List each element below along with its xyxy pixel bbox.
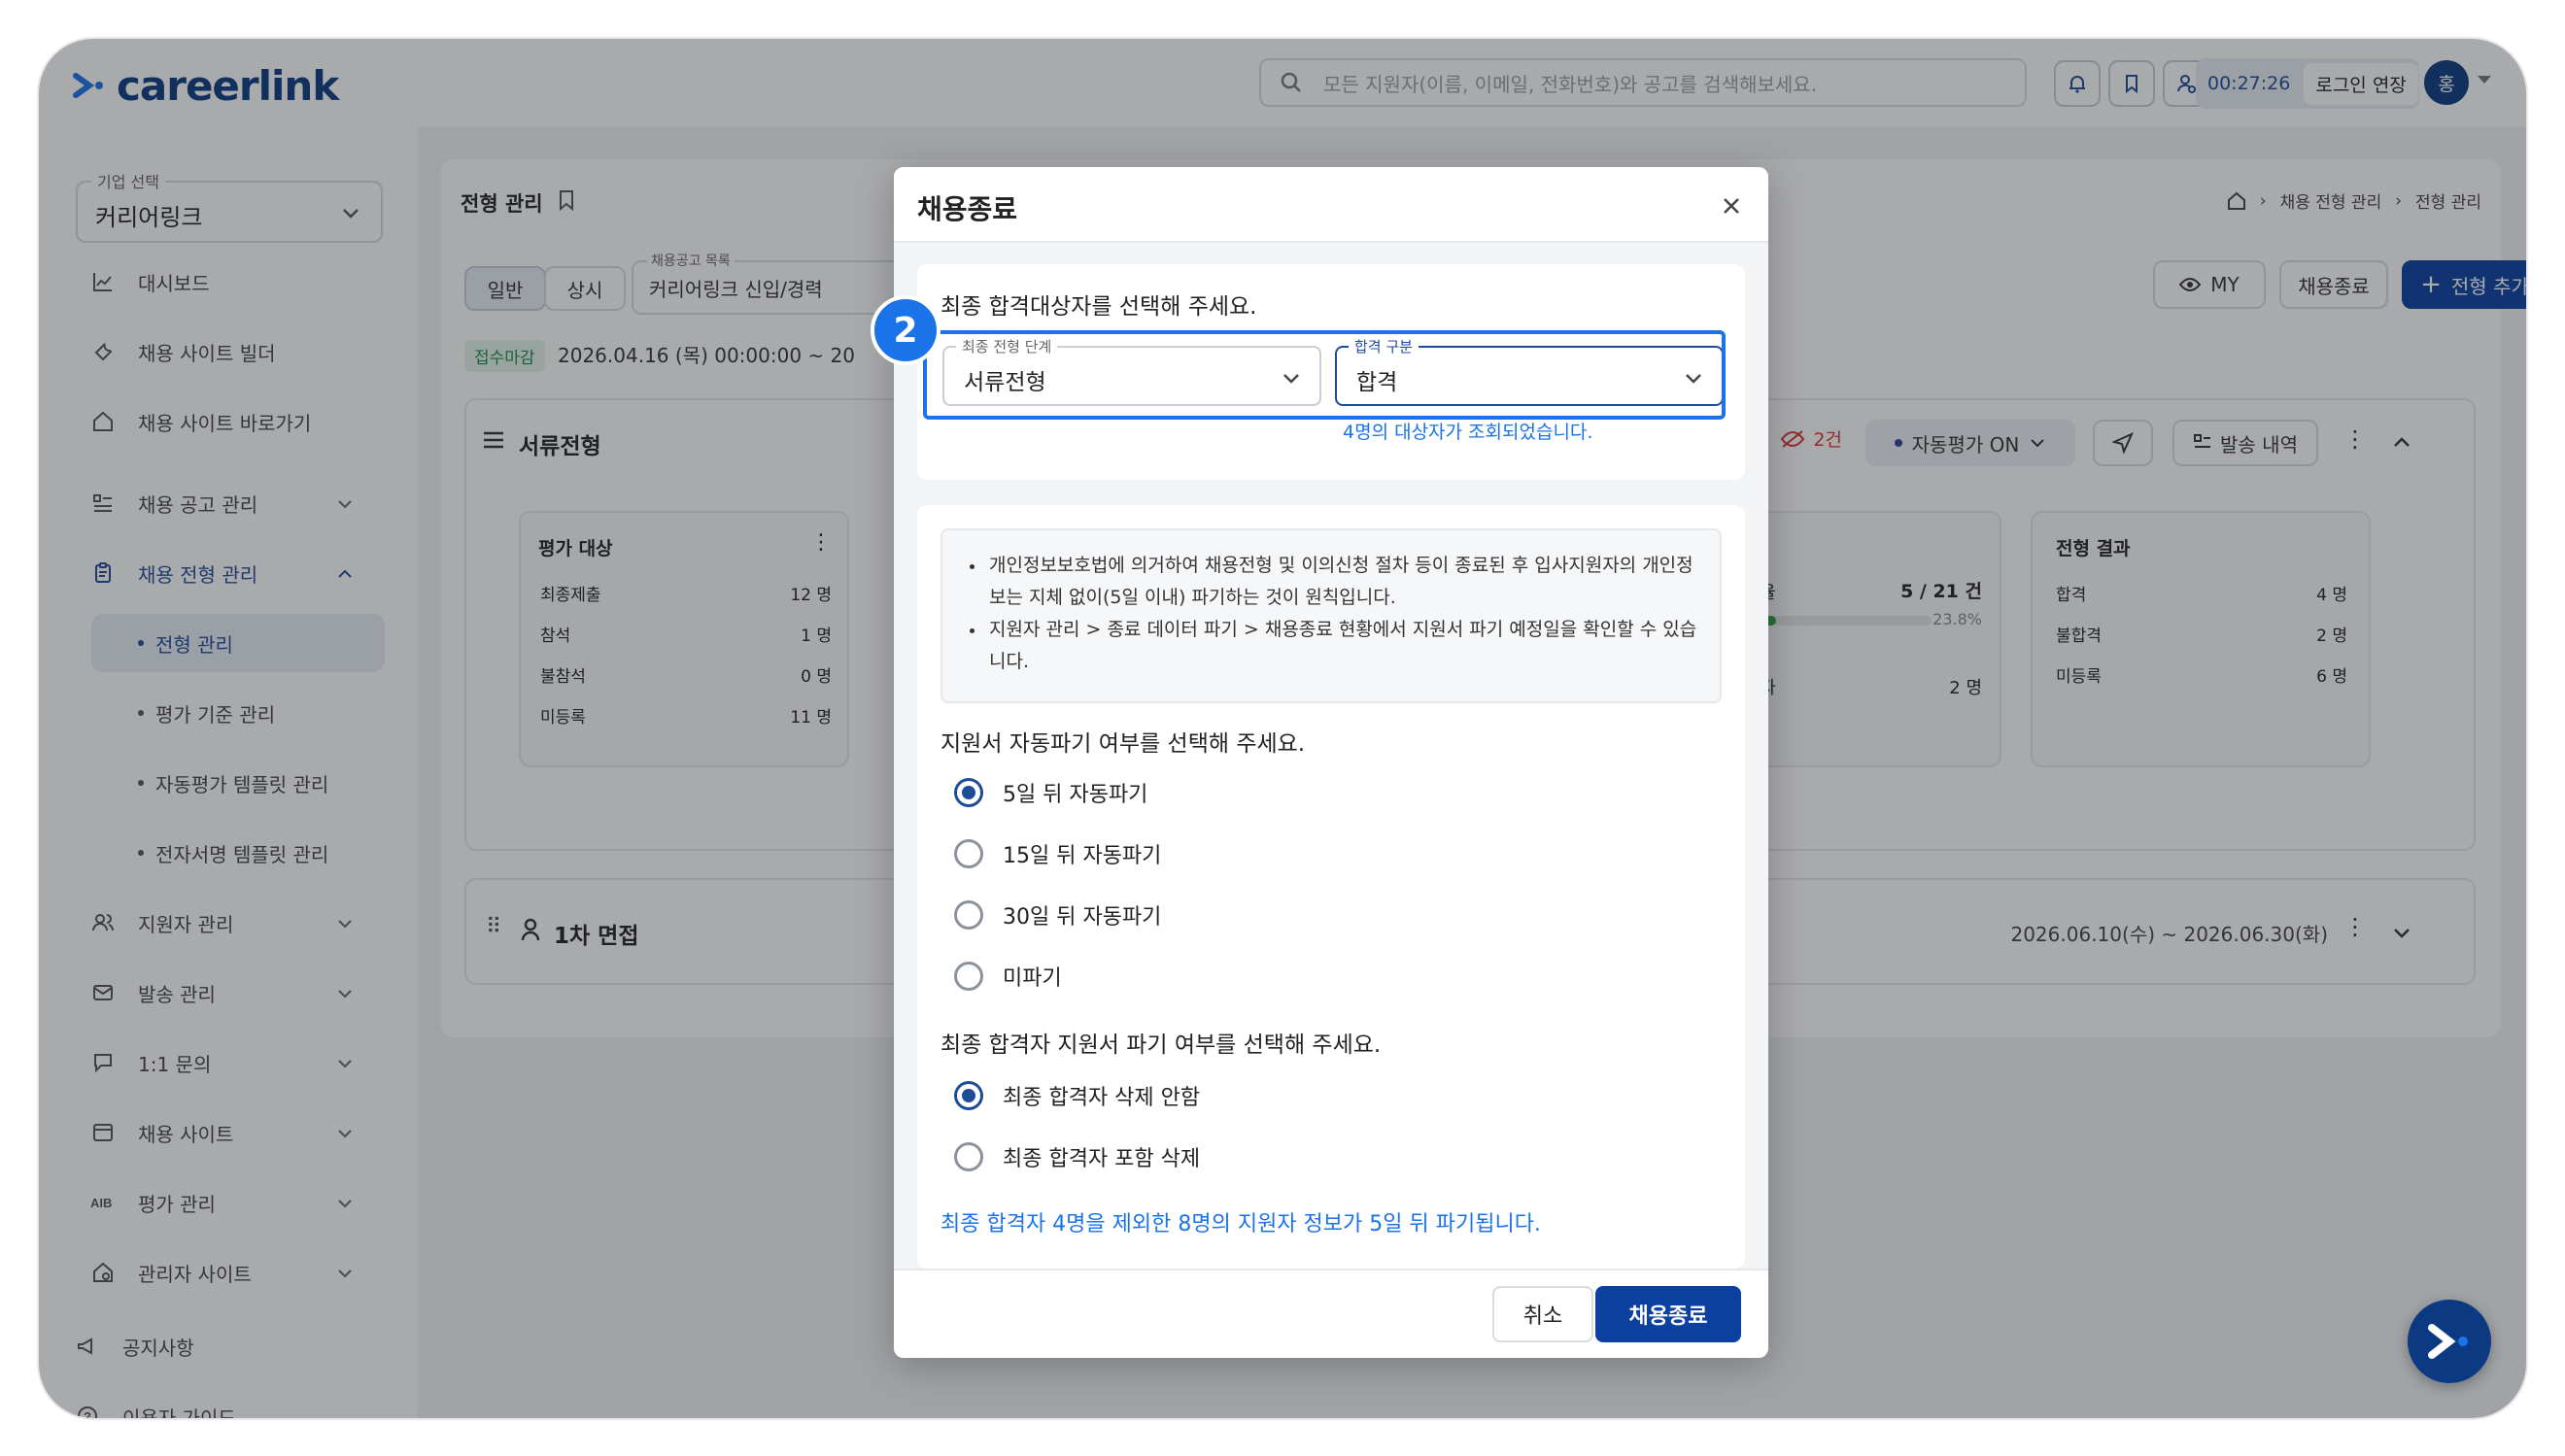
radio-unchecked[interactable] <box>954 839 983 868</box>
radio-label: 미파기 <box>1003 966 1062 991</box>
app: careerlink 모든 지원자(이름, 이메일, 전화번호)와 공고를 검색… <box>39 39 2526 1418</box>
auto-destroy-question: 지원서 자동파기 여부를 선택해 주세요. <box>940 731 1306 757</box>
radio-label: 15일 뒤 자동파기 <box>1003 844 1162 868</box>
notice-item: 지원자 관리 > 종료 데이터 파기 > 채용종료 현황에서 지원서 파기 예정… <box>968 614 1700 678</box>
radio-destroy-5days[interactable]: 5일 뒤 자동파기 <box>954 773 1147 812</box>
radio-label: 5일 뒤 자동파기 <box>1003 783 1148 807</box>
modal-footer: 취소 채용종료 <box>894 1269 1768 1358</box>
destroy-summary: 최종 합격자 4명을 제외한 8명의 지원자 정보가 5일 뒤 파기됩니다. <box>940 1212 1541 1236</box>
modal-title: 채용종료 <box>917 193 1018 225</box>
tutorial-step-badge: 2 <box>871 295 940 365</box>
tutorial-highlight <box>923 330 1726 420</box>
cancel-button[interactable]: 취소 <box>1492 1286 1593 1342</box>
app-window: careerlink 모든 지원자(이름, 이메일, 전화번호)와 공고를 검색… <box>39 39 2526 1418</box>
radio-checked[interactable] <box>954 778 983 807</box>
radio-unchecked[interactable] <box>954 962 983 991</box>
final-target-question: 최종 합격대상자를 선택해 주세요. <box>940 294 1257 320</box>
radio-destroy-15days[interactable]: 15일 뒤 자동파기 <box>954 834 1161 873</box>
confirm-end-recruit-button[interactable]: 채용종료 <box>1595 1286 1741 1342</box>
radio-label: 30일 뒤 자동파기 <box>1003 905 1162 930</box>
radio-keep-final[interactable]: 최종 합격자 삭제 안함 <box>954 1076 1200 1115</box>
radio-label: 최종 합격자 포함 삭제 <box>1003 1147 1201 1171</box>
notice-item: 개인정보보호법에 의거하여 채용전형 및 이의신청 절차 등이 종료된 후 입사… <box>968 550 1700 614</box>
radio-checked[interactable] <box>954 1081 983 1110</box>
logo-mark-icon <box>2428 1324 2468 1359</box>
radio-destroy-30days[interactable]: 30일 뒤 자동파기 <box>954 896 1161 934</box>
privacy-notice: 개인정보보호법에 의거하여 채용전형 및 이의신청 절차 등이 종료된 후 입사… <box>940 528 1722 703</box>
close-icon[interactable] <box>1716 190 1747 221</box>
radio-unchecked[interactable] <box>954 900 983 930</box>
modal-header: 채용종료 <box>894 167 1768 243</box>
radio-no-destroy[interactable]: 미파기 <box>954 957 1062 996</box>
final-destroy-question: 최종 합격자 지원서 파기 여부를 선택해 주세요. <box>940 1033 1382 1058</box>
radio-unchecked[interactable] <box>954 1142 983 1171</box>
radio-label: 최종 합격자 삭제 안함 <box>1003 1086 1201 1110</box>
chat-fab-button[interactable] <box>2408 1300 2491 1383</box>
radio-delete-final[interactable]: 최종 합격자 포함 삭제 <box>954 1137 1200 1176</box>
found-message: 4명의 대상자가 조회되었습니다. <box>1343 422 1593 443</box>
destroy-settings-section: 개인정보보호법에 의거하여 채용전형 및 이의신청 절차 등이 종료된 후 입사… <box>917 505 1745 1269</box>
